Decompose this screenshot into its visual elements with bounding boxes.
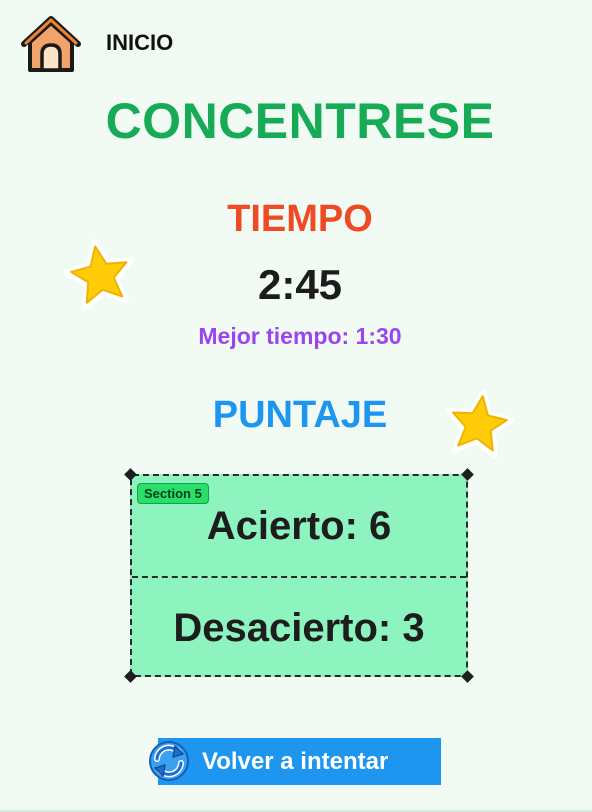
star-icon (64, 239, 135, 310)
resize-handle[interactable] (461, 670, 474, 683)
divider (132, 576, 466, 578)
retry-label: Volver a intentar (202, 748, 389, 775)
home-label[interactable]: INICIO (106, 30, 173, 56)
resize-handle[interactable] (124, 468, 137, 481)
misses-count: Desacierto: 3 (173, 606, 425, 650)
time-label: TIEMPO (227, 198, 373, 240)
game-title: CONCENTRESE (105, 93, 495, 149)
retry-button[interactable]: Volver a intentar (149, 738, 441, 785)
refresh-icon (149, 741, 189, 781)
resize-handle[interactable] (124, 670, 137, 683)
section-tag: Section 5 (137, 483, 209, 504)
house-icon (21, 16, 81, 72)
hits-count: Acierto: 6 (206, 504, 392, 548)
best-time: Mejor tiempo: 1:30 (198, 323, 402, 349)
score-label: PUNTAJE (212, 394, 388, 436)
home-button[interactable] (18, 10, 84, 76)
resize-handle[interactable] (461, 468, 474, 481)
score-panel[interactable]: Section 5 Acierto: 6 Desacierto: 3 (124, 468, 474, 683)
